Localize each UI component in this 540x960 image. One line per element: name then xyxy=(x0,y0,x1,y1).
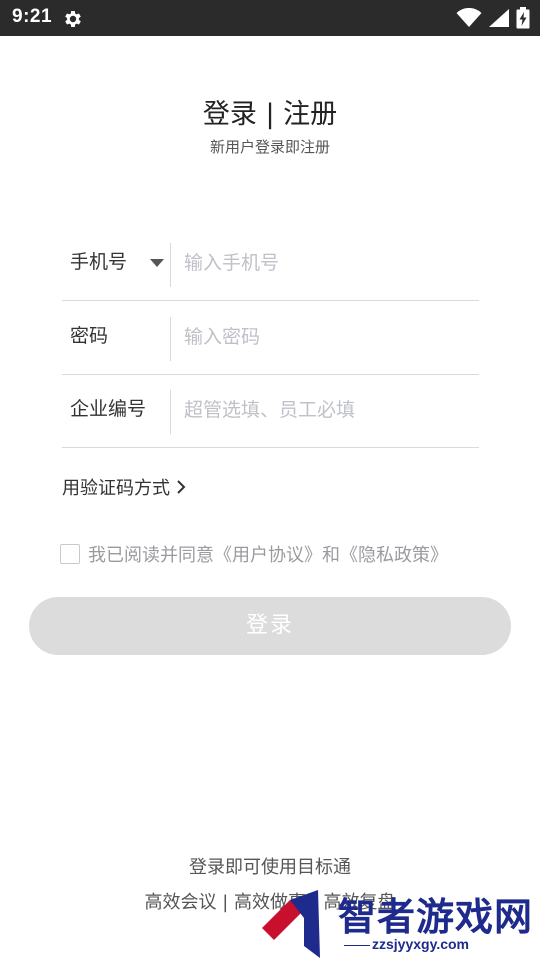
phone-type-selector[interactable]: 手机号 xyxy=(70,247,127,274)
watermark: 智者游戏网 zzsjyyxgy.com xyxy=(260,880,540,960)
status-bar: 9:21 xyxy=(0,0,540,36)
company-label: 企业编号 xyxy=(70,398,147,420)
password-row: 密码 xyxy=(62,301,479,375)
caret-down-icon[interactable] xyxy=(150,259,164,267)
verification-code-login-label: 用验证码方式 xyxy=(62,478,170,499)
status-icons xyxy=(456,6,530,30)
divider xyxy=(170,243,171,287)
page-title: 登录 | 注册 xyxy=(202,99,338,130)
signal-icon xyxy=(489,9,509,27)
watermark-text: 智者游戏网 xyxy=(338,895,534,939)
password-input[interactable] xyxy=(184,317,474,357)
agreement-row: 我已阅读并同意《用户协议》和《隐私政策》 xyxy=(60,541,448,567)
divider xyxy=(170,317,171,361)
login-button[interactable]: 登录 xyxy=(29,597,511,655)
watermark-url: zzsjyyxgy.com xyxy=(372,936,470,952)
verification-code-login-link[interactable]: 用验证码方式 xyxy=(62,474,186,500)
company-row: 企业编号 xyxy=(62,374,479,448)
footer-tagline: 登录即可使用目标通 xyxy=(189,857,351,878)
phone-row: 手机号 xyxy=(62,227,479,301)
agreement-checkbox[interactable] xyxy=(60,544,80,564)
chevron-right-icon xyxy=(177,480,186,494)
watermark-logo-icon xyxy=(262,890,320,958)
password-label: 密码 xyxy=(70,325,109,347)
battery-charging-icon xyxy=(516,7,530,29)
watermark-divider xyxy=(344,945,370,946)
divider xyxy=(170,390,171,434)
status-time: 9:21 xyxy=(12,6,53,27)
phone-input[interactable] xyxy=(184,243,474,283)
wifi-icon xyxy=(456,8,482,27)
company-id-input[interactable] xyxy=(184,390,474,430)
agreement-text[interactable]: 我已阅读并同意《用户协议》和《隐私政策》 xyxy=(88,541,448,567)
page-subtitle: 新用户登录即注册 xyxy=(209,138,330,156)
gear-icon xyxy=(65,11,81,27)
